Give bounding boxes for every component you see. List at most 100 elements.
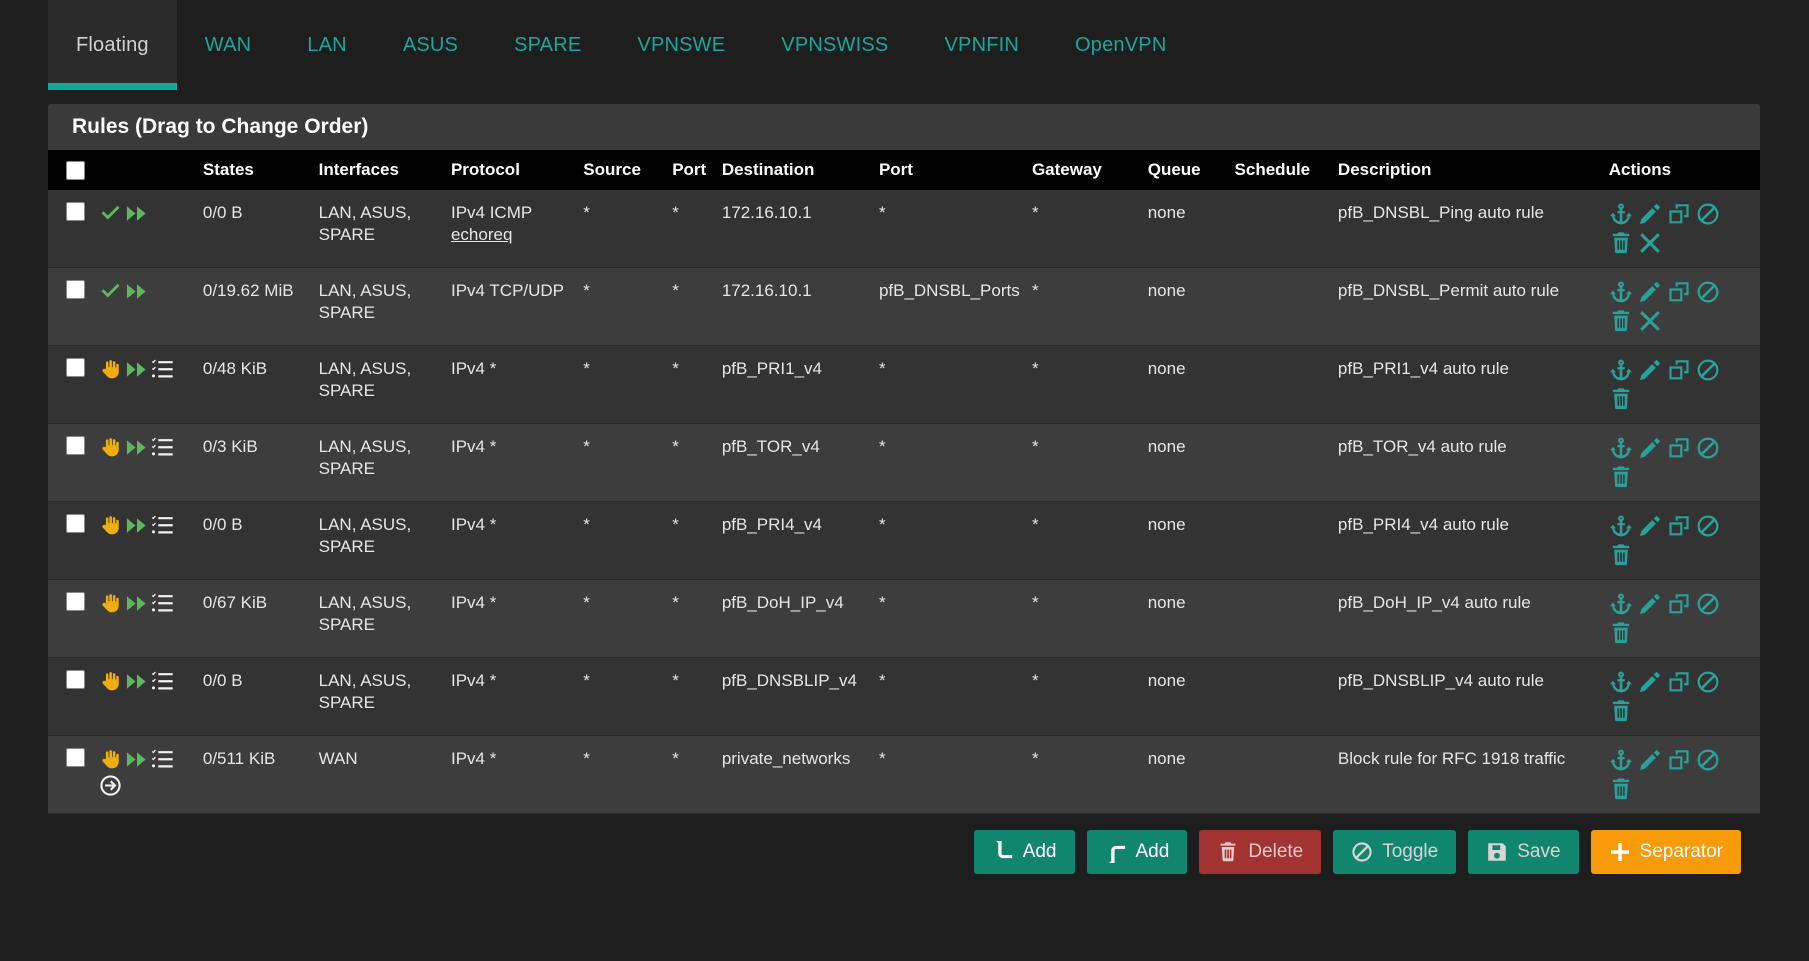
table-row[interactable]: 0/0 B LAN, ASUS, SPARE IPv4 * * * pfB_DNSBLIP… bbox=[48, 657, 1760, 736]
table-row[interactable]: 0/67 KiB LAN, ASUS, SPARE IPv4 * * * pfB_DoH_… bbox=[48, 579, 1760, 658]
anchor-icon[interactable] bbox=[1609, 514, 1633, 538]
header-gateway[interactable]: Gateway bbox=[1025, 150, 1142, 190]
tab-wan[interactable]: WAN bbox=[177, 0, 280, 90]
rule-destination[interactable]: pfB_PRI4_v4 bbox=[715, 501, 873, 580]
copy-icon[interactable] bbox=[1667, 670, 1691, 694]
copy-icon[interactable] bbox=[1667, 358, 1691, 382]
ban-icon[interactable] bbox=[1696, 202, 1720, 226]
rule-destination[interactable]: private_networks bbox=[715, 735, 873, 814]
rule-states[interactable]: 0/0 B bbox=[196, 657, 313, 736]
row-checkbox[interactable] bbox=[66, 358, 85, 377]
rule-destination[interactable]: pfB_DNSBLIP_v4 bbox=[715, 657, 873, 736]
header-destination[interactable]: Destination bbox=[715, 150, 873, 190]
anchor-icon[interactable] bbox=[1609, 202, 1633, 226]
trash-icon[interactable] bbox=[1609, 621, 1633, 645]
save-button[interactable]: Save bbox=[1468, 830, 1579, 874]
delete-button[interactable]: Delete bbox=[1199, 830, 1322, 874]
row-checkbox[interactable] bbox=[66, 436, 85, 455]
pencil-icon[interactable] bbox=[1638, 514, 1662, 538]
tab-floating[interactable]: Floating bbox=[48, 0, 177, 90]
x-icon[interactable] bbox=[1638, 231, 1662, 255]
anchor-icon[interactable] bbox=[1609, 670, 1633, 694]
tab-vpnfin[interactable]: VPNFIN bbox=[916, 0, 1047, 90]
copy-icon[interactable] bbox=[1667, 592, 1691, 616]
separator-button[interactable]: Separator bbox=[1590, 830, 1741, 874]
header-queue[interactable]: Queue bbox=[1141, 150, 1229, 190]
trash-icon[interactable] bbox=[1609, 387, 1633, 411]
copy-icon[interactable] bbox=[1667, 280, 1691, 304]
table-row[interactable]: 0/19.62 MiB LAN, ASUS, SPARE IPv4 TCP/UDP *… bbox=[48, 267, 1760, 346]
anchor-icon[interactable] bbox=[1609, 280, 1633, 304]
row-checkbox[interactable] bbox=[66, 592, 85, 611]
table-row[interactable]: 0/48 KiB LAN, ASUS, SPARE IPv4 * * * pfB_PRI1… bbox=[48, 345, 1760, 424]
select-all-checkbox[interactable] bbox=[66, 160, 85, 180]
rule-states[interactable]: 0/48 KiB bbox=[196, 345, 313, 424]
table-row[interactable]: 0/0 B LAN, ASUS, SPARE IPv4 ICMP echoreq * * 1… bbox=[48, 190, 1760, 268]
rule-destination[interactable]: pfB_DoH_IP_v4 bbox=[715, 579, 873, 658]
row-checkbox[interactable] bbox=[66, 202, 85, 221]
anchor-icon[interactable] bbox=[1609, 592, 1633, 616]
anchor-icon[interactable] bbox=[1609, 436, 1633, 460]
trash-icon[interactable] bbox=[1609, 309, 1633, 333]
pencil-icon[interactable] bbox=[1638, 202, 1662, 226]
ban-icon[interactable] bbox=[1696, 748, 1720, 772]
tab-openvpn[interactable]: OpenVPN bbox=[1047, 0, 1194, 90]
add-button[interactable]: Add bbox=[1086, 830, 1188, 874]
rule-states[interactable]: 0/0 B bbox=[196, 190, 313, 268]
header-dest-port[interactable]: Port bbox=[872, 150, 1026, 190]
anchor-icon[interactable] bbox=[1609, 358, 1633, 382]
pencil-icon[interactable] bbox=[1638, 670, 1662, 694]
copy-icon[interactable] bbox=[1667, 202, 1691, 226]
tab-vpnswiss[interactable]: VPNSWISS bbox=[753, 0, 916, 90]
x-icon[interactable] bbox=[1638, 309, 1662, 333]
add-button[interactable]: Add bbox=[973, 830, 1075, 874]
toggle-button[interactable]: Toggle bbox=[1333, 830, 1457, 874]
trash-icon[interactable] bbox=[1609, 465, 1633, 489]
header-states[interactable]: States bbox=[196, 150, 313, 190]
tab-spare[interactable]: SPARE bbox=[486, 0, 609, 90]
pencil-icon[interactable] bbox=[1638, 592, 1662, 616]
rule-dest-port[interactable]: pfB_DNSBL_Ports bbox=[872, 267, 1026, 346]
trash-icon[interactable] bbox=[1609, 777, 1633, 801]
header-schedule[interactable]: Schedule bbox=[1228, 150, 1332, 190]
rule-destination[interactable]: pfB_TOR_v4 bbox=[715, 423, 873, 502]
header-source[interactable]: Source bbox=[577, 150, 667, 190]
ban-icon[interactable] bbox=[1696, 592, 1720, 616]
pencil-icon[interactable] bbox=[1638, 748, 1662, 772]
rule-states[interactable]: 0/0 B bbox=[196, 501, 313, 580]
copy-icon[interactable] bbox=[1667, 748, 1691, 772]
tab-lan[interactable]: LAN bbox=[279, 0, 375, 90]
pencil-icon[interactable] bbox=[1638, 358, 1662, 382]
trash-icon[interactable] bbox=[1609, 699, 1633, 723]
row-checkbox[interactable] bbox=[66, 514, 85, 533]
trash-icon[interactable] bbox=[1609, 543, 1633, 567]
ban-icon[interactable] bbox=[1696, 670, 1720, 694]
trash-icon[interactable] bbox=[1609, 231, 1633, 255]
header-description[interactable]: Description bbox=[1331, 150, 1603, 190]
ban-icon[interactable] bbox=[1696, 280, 1720, 304]
header-interfaces[interactable]: Interfaces bbox=[312, 150, 445, 190]
row-checkbox[interactable] bbox=[66, 670, 85, 689]
header-source-port[interactable]: Port bbox=[666, 150, 716, 190]
ban-icon[interactable] bbox=[1696, 514, 1720, 538]
ban-icon[interactable] bbox=[1696, 358, 1720, 382]
rule-states[interactable]: 0/511 KiB bbox=[196, 735, 313, 814]
row-checkbox[interactable] bbox=[66, 280, 85, 299]
rule-states[interactable]: 0/67 KiB bbox=[196, 579, 313, 658]
copy-icon[interactable] bbox=[1667, 436, 1691, 460]
rule-states[interactable]: 0/19.62 MiB bbox=[196, 267, 313, 346]
tab-asus[interactable]: ASUS bbox=[375, 0, 486, 90]
rule-states[interactable]: 0/3 KiB bbox=[196, 423, 313, 502]
table-row[interactable]: 0/0 B LAN, ASUS, SPARE IPv4 * * * pfB_PRI4_v4… bbox=[48, 501, 1760, 580]
table-row[interactable]: 0/511 KiB WAN IPv4 * * * private_networks * * no… bbox=[48, 735, 1760, 814]
ban-icon[interactable] bbox=[1696, 436, 1720, 460]
copy-icon[interactable] bbox=[1667, 514, 1691, 538]
pencil-icon[interactable] bbox=[1638, 280, 1662, 304]
pencil-icon[interactable] bbox=[1638, 436, 1662, 460]
header-protocol[interactable]: Protocol bbox=[444, 150, 578, 190]
tab-vpnswe[interactable]: VPNSWE bbox=[609, 0, 753, 90]
protocol-subtype-link[interactable]: echoreq bbox=[451, 225, 512, 244]
row-checkbox[interactable] bbox=[66, 748, 85, 767]
rule-destination[interactable]: pfB_PRI1_v4 bbox=[715, 345, 873, 424]
table-row[interactable]: 0/3 KiB LAN, ASUS, SPARE IPv4 * * * pfB_TOR_v… bbox=[48, 423, 1760, 502]
